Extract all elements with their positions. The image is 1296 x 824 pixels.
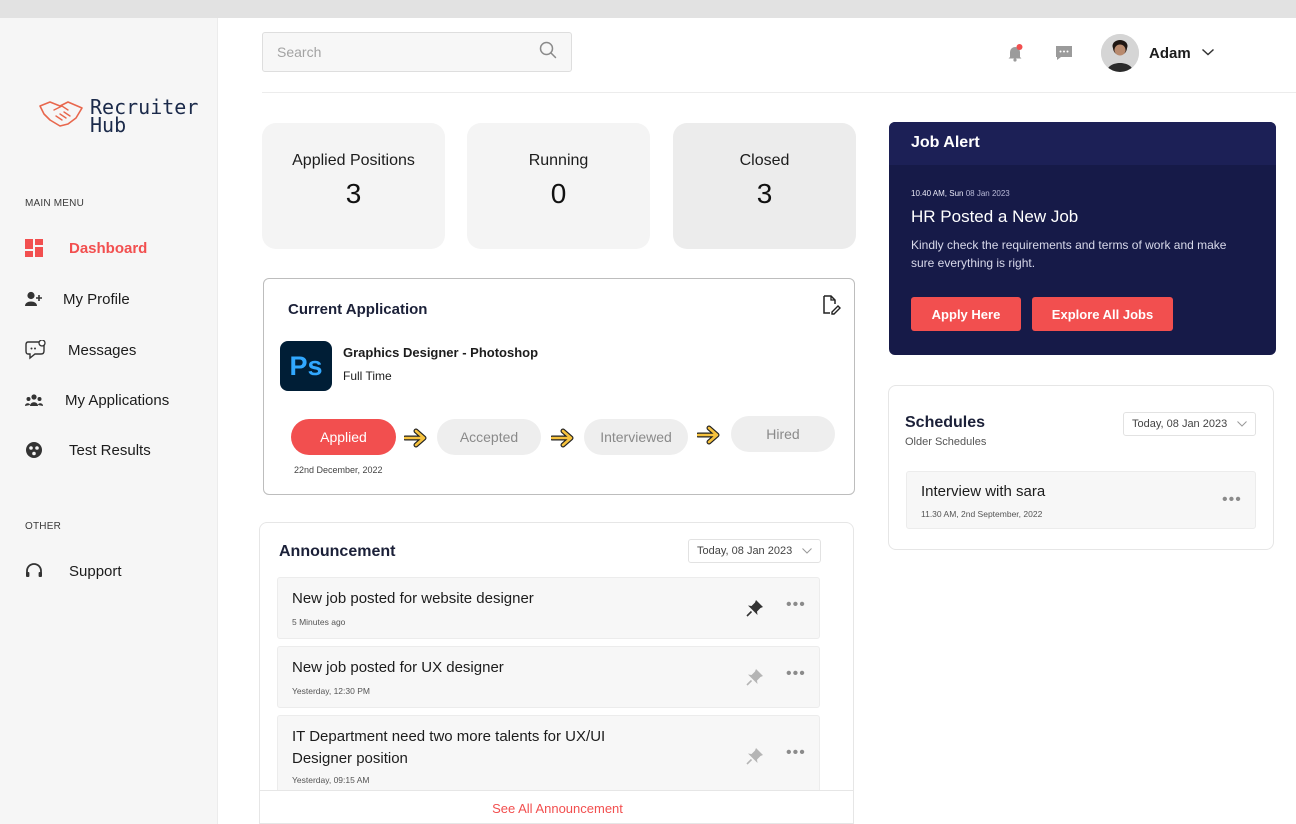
schedules-title: Schedules [905,414,986,431]
notification-bell-icon[interactable] [1006,44,1024,62]
job-type: Full Time [343,369,392,383]
see-all-announcement-link[interactable]: See All Announcement [260,790,853,823]
apply-here-button[interactable]: Apply Here [911,297,1021,331]
search-input[interactable] [277,44,539,60]
schedules-subtitle: Older Schedules [905,436,987,448]
current-application-title: Current Application [288,301,428,318]
announcement-item-time: Yesterday, 12:30 PM [292,686,370,696]
timestamp-time: 10.40 AM, Sun [911,189,964,198]
chevron-down-icon [1237,418,1248,430]
schedule-item-time: 11.30 AM, 2nd September, 2022 [921,509,1043,519]
step-hired: Hired [731,416,835,452]
results-icon [25,440,47,460]
timestamp-date: 08 Jan 2023 [965,189,1010,198]
sidebar-item-label: Support [69,562,122,580]
photoshop-app-icon: Ps [280,341,332,391]
chat-icon[interactable] [1055,44,1073,62]
sidebar-item-messages[interactable]: Messages [25,340,136,360]
headset-icon [25,561,47,581]
job-alert-card: Job Alert 10.40 AM, Sun 08 Jan 2023 HR P… [889,122,1276,355]
sidebar-item-label: Messages [68,341,137,359]
logo-wordmark: Recruiter Hub [90,97,198,135]
pin-icon[interactable] [746,747,764,765]
stat-value: 0 [550,178,567,209]
arrow-right-icon [697,425,720,445]
explore-all-jobs-button[interactable]: Explore All Jobs [1032,297,1173,331]
job-alert-headline: HR Posted a New Job [911,207,1079,226]
app-window: Recruiter Hub MAIN MENU Dashboard My Pro… [0,18,1296,824]
stat-value: 3 [345,178,362,209]
search-icon[interactable] [539,41,557,64]
handshake-icon [38,96,86,135]
search-bar[interactable] [262,32,572,72]
more-options-icon[interactable]: ••• [786,744,806,762]
announcement-item-title: IT Department need two more talents for … [292,728,606,767]
announcement-item[interactable]: IT Department need two more talents for … [277,715,820,797]
more-options-icon[interactable]: ••• [786,665,806,683]
sidebar-item-label: My Profile [63,290,130,308]
stat-label: Running [528,152,589,169]
chevron-down-icon[interactable] [1201,44,1215,62]
stat-card-applied[interactable]: Applied Positions 3 [262,123,445,249]
sidebar: Recruiter Hub MAIN MENU Dashboard My Pro… [0,18,218,824]
job-alert-body: Kindly check the requirements and terms … [911,238,1227,270]
step-accepted: Accepted [437,419,541,455]
announcement-title: Announcement [279,543,396,560]
sidebar-item-my-applications[interactable]: My Applications [25,390,169,410]
announcement-item-title: New job posted for UX designer [292,659,504,676]
date-filter-label: Today, 08 Jan 2023 [1132,418,1228,430]
arrow-right-icon [404,428,427,448]
message-icon [25,340,47,360]
logo[interactable]: Recruiter Hub [38,96,198,135]
pin-icon[interactable] [746,599,764,617]
edit-document-icon[interactable] [821,295,841,320]
announcement-item[interactable]: New job posted for website designer 5 Mi… [277,577,820,639]
step-applied: Applied [291,419,396,455]
stat-label: Applied Positions [292,152,415,169]
more-options-icon[interactable]: ••• [786,596,806,614]
schedules-date-select[interactable]: Today, 08 Jan 2023 [1123,412,1257,436]
add-user-icon [25,289,47,309]
header-divider [262,92,1296,93]
announcement-item-time: Yesterday, 09:15 AM [292,775,370,785]
job-alert-timestamp: 10.40 AM, Sun 08 Jan 2023 [911,189,1010,198]
user-name: Adam [1149,44,1191,62]
sidebar-item-test-results[interactable]: Test Results [25,440,151,460]
schedule-item[interactable]: Interview with sara 11.30 AM, 2nd Septem… [906,471,1256,529]
dashboard-icon [25,238,47,258]
pin-icon[interactable] [746,668,764,686]
arrow-right-icon [551,428,574,448]
chevron-down-icon [802,545,813,557]
group-icon [25,390,47,410]
stat-card-closed[interactable]: Closed 3 [673,123,856,249]
avatar[interactable] [1101,34,1139,72]
announcement-item-time: 5 Minutes ago [292,617,346,627]
more-options-icon[interactable]: ••• [1222,491,1242,509]
job-alert-title: Job Alert [889,122,1276,165]
user-menu[interactable]: Adam [1101,34,1215,72]
sidebar-item-support[interactable]: Support [25,561,122,581]
current-application-card: Current Application Ps Graphics Designer… [263,278,855,495]
applied-date: 22nd December, 2022 [294,465,383,475]
schedule-item-title: Interview with sara [921,483,1046,500]
main-menu-heading: MAIN MENU [25,198,85,209]
sidebar-item-dashboard[interactable]: Dashboard [25,238,147,258]
announcement-item[interactable]: New job posted for UX designer Yesterday… [277,646,820,708]
stat-label: Closed [739,152,790,169]
job-title: Graphics Designer - Photoshop [343,345,539,360]
date-filter-label: Today, 08 Jan 2023 [697,545,793,557]
sidebar-item-label: Test Results [69,441,151,459]
announcement-item-title: New job posted for website designer [292,590,534,607]
announcement-date-select[interactable]: Today, 08 Jan 2023 [688,539,822,563]
announcement-card: Announcement Today, 08 Jan 2023 New job … [259,522,854,824]
step-interviewed: Interviewed [584,419,688,455]
stat-value: 3 [756,178,773,209]
sidebar-item-label: Dashboard [69,239,148,257]
sidebar-item-my-profile[interactable]: My Profile [25,289,130,309]
stat-card-running[interactable]: Running 0 [467,123,650,249]
schedules-card: Schedules Older Schedules Today, 08 Jan … [888,385,1274,550]
sidebar-item-label: My Applications [65,391,170,409]
other-heading: OTHER [25,521,61,532]
